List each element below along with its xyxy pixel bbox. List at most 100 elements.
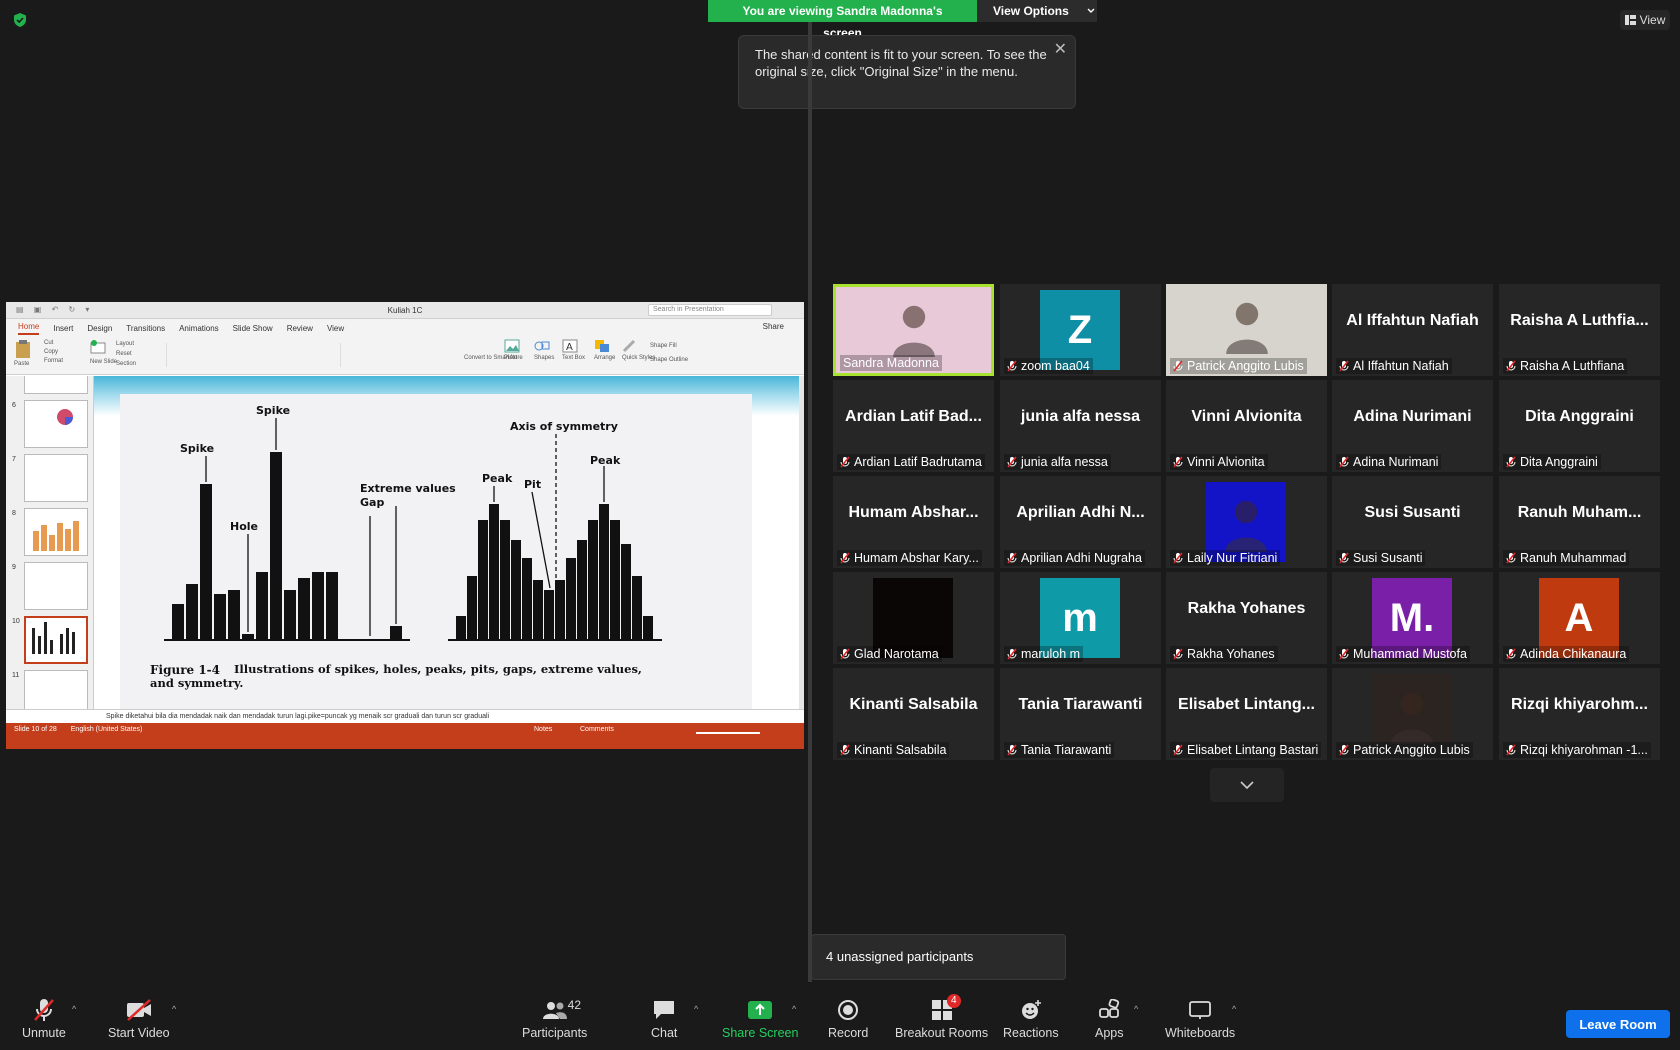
participant-tile[interactable]: m maruloh m [1000, 572, 1161, 664]
next-page-button[interactable] [1210, 768, 1284, 802]
cut-button[interactable]: Cut [44, 339, 63, 348]
start-video-button[interactable]: Start Video [108, 996, 170, 1040]
participant-tile[interactable]: Zzoom baa04 [1000, 284, 1161, 376]
slide-thumbnail[interactable] [24, 670, 88, 709]
participant-tile[interactable]: junia alfa nessa junia alfa nessa [1000, 380, 1161, 472]
participant-tile[interactable]: Sandra Madonna [833, 284, 994, 376]
paragraph-group[interactable] [340, 343, 460, 367]
reset-button[interactable]: Reset [116, 349, 136, 359]
view-options-button[interactable]: View Options [977, 0, 1097, 22]
tab-review[interactable]: Review [287, 324, 313, 335]
share-screen-button[interactable]: Share Screen [722, 996, 798, 1040]
participant-name-label: Vinni Alvionita [1170, 454, 1268, 470]
participants-button[interactable]: 42 Participants [522, 996, 587, 1040]
tab-view[interactable]: View [327, 324, 344, 335]
share-screen-label: Share Screen [722, 1026, 799, 1040]
chat-button[interactable]: Chat [651, 996, 677, 1040]
participant-tile[interactable]: Patrick Anggito Lubis [1166, 284, 1327, 376]
unmute-button[interactable]: Unmute [22, 996, 66, 1040]
whiteboards-button[interactable]: Whiteboards [1165, 996, 1235, 1040]
share-options-caret[interactable]: ^ [792, 1004, 796, 1014]
tab-animations[interactable]: Animations [179, 324, 219, 335]
whiteboard-options-caret[interactable]: ^ [1232, 1004, 1236, 1014]
participant-tile[interactable]: M. Muhammad Mustofa [1332, 572, 1493, 664]
layout-button[interactable]: Layout [116, 339, 136, 349]
shapes-button[interactable]: Shapes [534, 339, 554, 361]
view-button[interactable]: View [1620, 10, 1670, 30]
participant-tile[interactable]: Patrick Anggito Lubis [1332, 668, 1493, 760]
paste-button[interactable]: Paste [14, 339, 32, 367]
shape-fill-button[interactable]: Shape Fill [650, 339, 688, 353]
participant-tile[interactable]: Glad Narotama [833, 572, 994, 664]
font-group[interactable] [166, 343, 336, 367]
participant-tile[interactable]: Susi Susanti Susi Susanti [1332, 476, 1493, 568]
participant-tile[interactable]: Tania Tiarawanti Tania Tiarawanti [1000, 668, 1161, 760]
participant-tile[interactable]: Dita Anggraini Dita Anggraini [1499, 380, 1660, 472]
video-options-caret[interactable]: ^ [172, 1004, 176, 1014]
shape-outline-button[interactable]: Shape Outline [650, 353, 688, 367]
arrange-button[interactable]: Arrange [594, 339, 615, 361]
notes-toggle[interactable]: Notes [534, 726, 552, 733]
participant-tile[interactable]: A Adinda Chikanaura [1499, 572, 1660, 664]
participant-tile[interactable]: Al Iffahtun Nafiah Al Iffahtun Nafiah [1332, 284, 1493, 376]
slide-thumbnail[interactable] [24, 562, 88, 610]
participant-name-label: Ranuh Muhammad [1503, 550, 1630, 566]
participant-tile[interactable]: Kinanti Salsabila Kinanti Salsabila [833, 668, 994, 760]
participant-tile[interactable]: Raisha A Luthfia... Raisha A Luthfiana [1499, 284, 1660, 376]
muted-mic-icon [1007, 552, 1017, 564]
tab-design[interactable]: Design [87, 324, 112, 335]
slide-number: 7 [12, 456, 16, 463]
breakout-rooms-button[interactable]: 4 Breakout Rooms [895, 994, 988, 1040]
zoom-slider[interactable] [696, 732, 760, 734]
apps-options-caret[interactable]: ^ [1134, 1004, 1138, 1014]
audio-options-caret[interactable]: ^ [72, 1004, 76, 1014]
reactions-button[interactable]: Reactions [1003, 996, 1059, 1040]
chat-options-caret[interactable]: ^ [694, 1004, 698, 1014]
slide-thumbnails[interactable]: 6 7 8 9 10 11 [6, 376, 94, 709]
split-divider[interactable] [808, 22, 812, 982]
ppt-search-input[interactable]: Search in Presentation [648, 304, 772, 316]
participant-name-label: Aprilian Adhi Nugraha [1004, 550, 1145, 566]
text-box-button[interactable]: A Text Box [562, 339, 585, 361]
tab-home[interactable]: Home [18, 322, 40, 335]
picture-button[interactable]: Picture [504, 339, 523, 361]
participant-tile[interactable]: Elisabet Lintang... Elisabet Lintang Bast… [1166, 668, 1327, 760]
participant-tile[interactable]: Aprilian Adhi N... Aprilian Adhi Nugraha [1000, 476, 1161, 568]
slide-thumbnail[interactable] [24, 376, 88, 394]
tab-transitions[interactable]: Transitions [126, 324, 165, 335]
participant-tile[interactable]: Rakha Yohanes Rakha Yohanes [1166, 572, 1327, 664]
ppt-body: 6 7 8 9 10 11 Spike Spike Hole Extreme v… [6, 376, 804, 709]
participant-tile[interactable]: Adina Nurimani Adina Nurimani [1332, 380, 1493, 472]
slide-thumbnail[interactable] [24, 508, 88, 556]
person-silhouette-icon [1225, 302, 1268, 354]
slide-thumbnail[interactable] [24, 454, 88, 502]
security-shield-icon[interactable] [12, 12, 28, 28]
tab-slide-show[interactable]: Slide Show [233, 324, 273, 335]
unassigned-participants-popup[interactable]: 4 unassigned participants [811, 934, 1066, 980]
format-button[interactable]: Format [44, 357, 63, 366]
participant-tile[interactable]: Laily Nur Fitriani [1166, 476, 1327, 568]
new-slide-button[interactable]: New Slide [90, 339, 117, 365]
participant-tile[interactable]: Rizqi khiyarohm... Rizqi khiyarohman -1..… [1499, 668, 1660, 760]
copy-button[interactable]: Copy [44, 348, 63, 357]
slide-canvas[interactable]: Spike Spike Hole Extreme values Gap Axis… [94, 376, 804, 709]
quick-access-icons[interactable]: ▤ ▣ ↶ ↻ ▾ [16, 305, 93, 314]
apps-button[interactable]: Apps [1095, 996, 1124, 1040]
slide-thumbnail[interactable] [24, 400, 88, 448]
leave-room-button[interactable]: Leave Room [1566, 1010, 1670, 1038]
participant-tile[interactable]: Humam Abshar... Humam Abshar Kary... [833, 476, 994, 568]
slide-thumbnail-selected[interactable] [24, 616, 88, 664]
participant-tile[interactable]: Ranuh Muham... Ranuh Muhammad [1499, 476, 1660, 568]
close-icon[interactable]: ✕ [1054, 41, 1067, 58]
record-button[interactable]: Record [828, 996, 868, 1040]
whiteboards-label: Whiteboards [1165, 1026, 1236, 1040]
tab-insert[interactable]: Insert [53, 324, 73, 335]
participant-tile[interactable]: Vinni Alvionita Vinni Alvionita [1166, 380, 1327, 472]
ppt-share-button[interactable]: Share [763, 322, 784, 333]
language-status[interactable]: English (United States) [71, 726, 143, 733]
section-button[interactable]: Section [116, 359, 136, 369]
participant-tile[interactable]: Ardian Latif Bad... Ardian Latif Badrutam… [833, 380, 994, 472]
arrange-icon [595, 340, 609, 352]
slide-notes[interactable]: Spike diketahui bila dia mendadak naik d… [6, 709, 804, 723]
comments-toggle[interactable]: Comments [580, 726, 614, 733]
